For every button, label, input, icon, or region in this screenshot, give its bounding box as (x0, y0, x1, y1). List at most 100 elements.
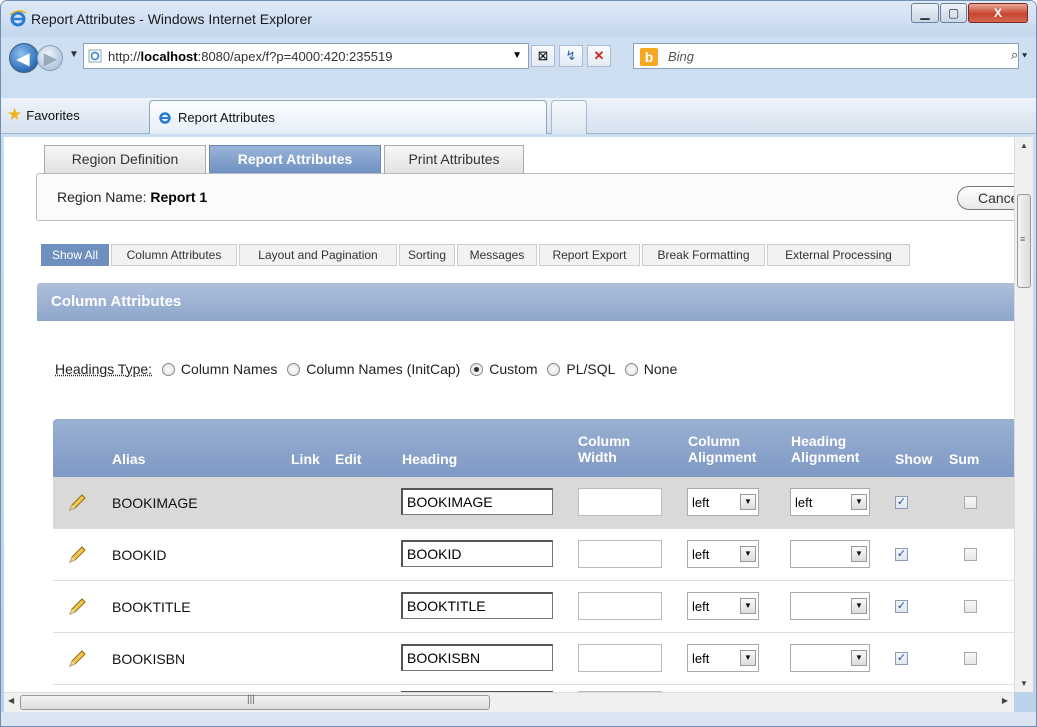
search-box[interactable]: b Bing (633, 43, 1019, 69)
column-alignment-select[interactable]: left ▼ (687, 592, 759, 620)
radio-column-names[interactable] (161, 363, 175, 376)
column-alignment-select[interactable]: left ▼ (687, 488, 759, 516)
pencil-edit-icon[interactable] (67, 597, 87, 617)
subtab-break-formatting[interactable]: Break Formatting (642, 244, 765, 266)
section-header: Column Attributes (37, 283, 1014, 321)
radio-plsql-label[interactable]: PL/SQL (566, 361, 615, 377)
heading-alignment-select[interactable]: ▼ (790, 592, 870, 620)
back-button[interactable]: ◀ (9, 43, 39, 73)
column-alignment-value: left (692, 547, 710, 562)
new-tab-button[interactable] (551, 100, 587, 134)
tab-report-attributes[interactable]: Report Attributes (209, 145, 381, 173)
show-checkbox[interactable]: ✓ (895, 652, 908, 665)
stop-icon[interactable]: ✕ (587, 45, 611, 67)
subtab-external-processing[interactable]: External Processing (767, 244, 910, 266)
back-arrow-icon: ◀ (17, 51, 30, 68)
col-header-column-width-2: Width (578, 449, 617, 465)
search-placeholder: Bing (668, 49, 695, 64)
minimize-button[interactable]: ▁ (911, 3, 939, 23)
column-alignment-select[interactable]: left ▼ (687, 540, 759, 568)
scroll-down-icon[interactable]: ▼ (1020, 679, 1028, 688)
column-width-input[interactable] (578, 488, 662, 516)
horizontal-scroll-thumb[interactable] (20, 695, 490, 710)
radio-column-names-label[interactable]: Column Names (181, 361, 277, 377)
column-width-input[interactable] (578, 592, 662, 620)
radio-none-label[interactable]: None (644, 361, 677, 377)
radio-column-names-initcap-label[interactable]: Column Names (InitCap) (306, 361, 460, 377)
forward-arrow-icon: ▶ (44, 51, 57, 68)
favorites-button[interactable]: ★ Favorites (7, 105, 80, 125)
radio-plsql[interactable] (547, 363, 561, 376)
cancel-button[interactable]: Cancel (957, 186, 1014, 210)
forward-button[interactable]: ▶ (37, 45, 63, 71)
column-alignment-select[interactable]: left ▼ (687, 644, 759, 672)
refresh-icon[interactable]: ↯ (559, 45, 583, 67)
address-bar[interactable]: http://localhost:8080/apex/f?p=4000:420:… (83, 43, 529, 69)
subtab-column-attributes[interactable]: Column Attributes (111, 244, 237, 266)
col-header-alias[interactable]: Alias (112, 451, 145, 467)
subtab-layout-pagination[interactable]: Layout and Pagination (239, 244, 397, 266)
address-dropdown-icon[interactable]: ▼ (512, 50, 522, 61)
column-width-input[interactable] (578, 540, 662, 568)
scroll-left-icon[interactable]: ◀ (8, 696, 14, 705)
chevron-down-icon[interactable]: ▼ (851, 598, 867, 614)
tab-region-definition[interactable]: Region Definition (44, 145, 206, 173)
region-name: Report 1 (150, 189, 208, 205)
vertical-scrollbar[interactable]: ▲ ≡ ▼ (1014, 137, 1033, 692)
heading-alignment-select[interactable]: ▼ (790, 540, 870, 568)
subtab-sorting[interactable]: Sorting (399, 244, 455, 266)
pencil-edit-icon[interactable] (67, 493, 87, 513)
heading-input[interactable]: BOOKTITLE (401, 592, 553, 619)
sum-checkbox[interactable] (964, 600, 977, 613)
col-header-column-alignment-2: Alignment (688, 449, 757, 465)
heading-input[interactable]: BOOKISBN (401, 644, 553, 671)
col-header-column-width-1: Column (578, 433, 631, 449)
chevron-down-icon[interactable]: ▼ (851, 546, 867, 562)
radio-custom-label[interactable]: Custom (489, 361, 537, 377)
show-checkbox[interactable]: ✓ (895, 548, 908, 561)
pencil-edit-icon[interactable] (67, 545, 87, 565)
subtab-messages[interactable]: Messages (457, 244, 537, 266)
chevron-down-icon[interactable]: ▼ (740, 546, 756, 562)
column-alignment-value: left (692, 651, 710, 666)
compatibility-view-icon[interactable]: ⊠ (531, 45, 555, 67)
column-width-input[interactable] (578, 644, 662, 672)
subtab-report-export[interactable]: Report Export (539, 244, 640, 266)
search-icon[interactable]: ⌕ ▾ (1011, 47, 1027, 63)
tab-print-attributes[interactable]: Print Attributes (384, 145, 524, 173)
horizontal-scrollbar[interactable]: ◀ ||| ▶ (4, 692, 1014, 712)
subtab-show-all[interactable]: Show All (41, 244, 109, 266)
section-title: Column Attributes (51, 293, 182, 310)
page-icon (88, 49, 102, 63)
scroll-up-icon[interactable]: ▲ (1020, 141, 1028, 150)
heading-input[interactable]: BOOKIMAGE (401, 488, 553, 515)
tab-ie-icon (159, 112, 171, 124)
chevron-down-icon[interactable]: ▼ (740, 650, 756, 666)
sum-checkbox[interactable] (964, 548, 977, 561)
col-header-link: Link (291, 451, 320, 467)
show-checkbox[interactable]: ✓ (895, 496, 908, 509)
chevron-down-icon[interactable]: ▼ (851, 650, 867, 666)
chevron-down-icon[interactable]: ▼ (851, 494, 867, 510)
heading-input[interactable]: BOOKID (401, 540, 553, 567)
radio-none[interactable] (624, 363, 638, 376)
radio-column-names-initcap[interactable] (287, 363, 301, 376)
heading-alignment-value: left (795, 495, 813, 510)
url-text[interactable]: http://localhost:8080/apex/f?p=4000:420:… (108, 49, 392, 64)
maximize-button[interactable]: ▢ (940, 3, 967, 23)
heading-alignment-select[interactable]: left ▼ (790, 488, 870, 516)
close-button[interactable]: X (968, 3, 1028, 23)
sum-checkbox[interactable] (964, 496, 977, 509)
browser-tab-active[interactable]: Report Attributes (149, 100, 547, 134)
radio-custom[interactable] (470, 363, 484, 376)
recent-pages-dropdown-icon[interactable]: ▼ (69, 49, 79, 60)
scroll-right-icon[interactable]: ▶ (1002, 696, 1008, 705)
col-header-sum: Sum (949, 451, 980, 467)
chevron-down-icon[interactable]: ▼ (740, 494, 756, 510)
show-checkbox[interactable]: ✓ (895, 600, 908, 613)
heading-alignment-select[interactable]: ▼ (790, 644, 870, 672)
sum-checkbox[interactable] (964, 652, 977, 665)
pencil-edit-icon[interactable] (67, 649, 87, 669)
col-header-edit: Edit (335, 451, 362, 467)
chevron-down-icon[interactable]: ▼ (740, 598, 756, 614)
